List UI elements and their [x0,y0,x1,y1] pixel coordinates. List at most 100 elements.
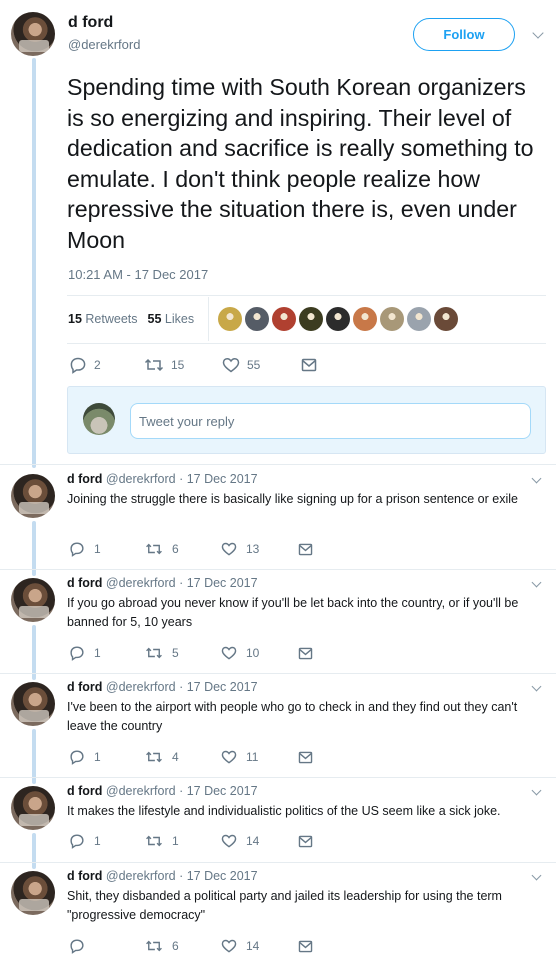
reply-date[interactable]: · 17 Dec 2017 [179,784,258,798]
liker-avatar[interactable] [434,307,458,331]
reply-text: It makes the lifestyle and individualist… [67,804,501,818]
reply-avatar[interactable] [11,786,55,830]
tweet-actions: 2 15 55 [69,356,317,374]
liker-avatar[interactable] [218,307,242,331]
reply-actions: 1 6 13 [69,541,313,557]
author-avatar[interactable] [11,12,55,56]
retweet-button[interactable]: 6 [145,542,221,556]
dm-button[interactable] [301,358,317,372]
liker-avatar[interactable] [407,307,431,331]
liker-avatar[interactable] [272,307,296,331]
viewer-avatar [83,403,115,435]
reply-header: d ford @derekrford · 17 Dec 2017 [67,472,258,486]
liker-avatar[interactable] [353,307,377,331]
liker-avatar[interactable] [326,307,350,331]
reply-date[interactable]: · 17 Dec 2017 [179,472,258,486]
reply-icon [70,542,84,557]
reply-button[interactable]: 2 [69,356,144,374]
chevron-down-icon[interactable] [531,870,542,881]
envelope-icon [298,835,313,847]
retweet-button[interactable]: 5 [145,646,221,660]
dm-button[interactable] [298,835,313,848]
reply-handle[interactable]: @derekrford [106,869,176,883]
like-count: 14 [246,939,260,953]
divider [0,777,556,778]
heart-icon [221,939,237,953]
thread-connector [32,521,36,576]
reply-handle[interactable]: @derekrford [106,576,176,590]
reply-avatar[interactable] [11,474,55,518]
like-button[interactable]: 13 [221,542,298,556]
like-button[interactable]: 14 [221,939,298,953]
retweet-icon [146,647,162,659]
reply-handle[interactable]: @derekrford [106,784,176,798]
like-button[interactable]: 10 [221,646,298,660]
like-count: 11 [246,750,259,764]
reply-author-name[interactable]: d ford [67,576,102,590]
reply-input[interactable]: Tweet your reply [130,403,531,439]
reply-header: d ford @derekrford · 17 Dec 2017 [67,869,258,883]
chevron-down-icon[interactable] [531,785,542,796]
reply-button[interactable]: 1 [69,645,145,661]
author-name[interactable]: d ford [68,14,113,32]
like-button[interactable]: 11 [221,750,298,764]
thread-connector [32,729,36,784]
retweet-button[interactable]: 15 [144,357,222,373]
heart-icon [221,646,237,660]
reply-author-name[interactable]: d ford [67,472,102,486]
chevron-down-icon[interactable] [531,473,542,484]
retweet-button[interactable]: 6 [145,939,221,953]
reply-author-name[interactable]: d ford [67,680,102,694]
reply-author-name[interactable]: d ford [67,869,102,883]
heart-icon [221,750,237,764]
retweets-stat[interactable]: 15 Retweets [68,312,138,326]
divider [0,673,556,674]
reply-icon [70,834,84,849]
reply-button[interactable] [69,938,145,954]
reply-avatar[interactable] [11,578,55,622]
likes-stat[interactable]: 55 Likes [148,312,195,326]
follow-button[interactable]: Follow [413,18,515,51]
retweet-icon [146,835,162,847]
heart-icon [221,834,237,848]
retweet-count: 6 [172,542,179,556]
heart-icon [222,357,240,373]
chevron-down-icon[interactable] [531,577,542,588]
envelope-icon [298,940,313,952]
divider [67,295,546,296]
reply-actions: 1 4 11 [69,749,313,765]
tweet-timestamp[interactable]: 10:21 AM - 17 Dec 2017 [68,267,208,282]
reply-handle[interactable]: @derekrford [106,472,176,486]
tweet-stats: 15 Retweets 55 Likes [68,312,194,326]
reply-text: I've been to the airport with people who… [67,700,518,733]
dm-button[interactable] [298,543,313,556]
reply-date[interactable]: · 17 Dec 2017 [179,576,258,590]
liker-avatar[interactable] [245,307,269,331]
like-button[interactable]: 55 [222,357,301,373]
reply-text: Shit, they disbanded a political party a… [67,889,502,922]
dm-button[interactable] [298,940,313,953]
reply-button[interactable]: 1 [69,541,145,557]
reply-date[interactable]: · 17 Dec 2017 [179,869,258,883]
reply-button[interactable]: 1 [69,833,145,849]
reply-avatar[interactable] [11,871,55,915]
dm-button[interactable] [298,751,313,764]
dm-button[interactable] [298,647,313,660]
chevron-down-icon[interactable] [532,27,544,39]
reply-composer: Tweet your reply [67,386,546,454]
reply-avatar[interactable] [11,682,55,726]
reply-header: d ford @derekrford · 17 Dec 2017 [67,576,258,590]
retweet-button[interactable]: 4 [145,750,221,764]
liker-avatar[interactable] [380,307,404,331]
author-handle[interactable]: @derekrford [68,37,140,52]
reply-icon [70,750,84,765]
reply-handle[interactable]: @derekrford [106,680,176,694]
heart-icon [221,542,237,556]
reply-button[interactable]: 1 [69,749,145,765]
retweet-button[interactable]: 1 [145,834,221,848]
reply-author-name[interactable]: d ford [67,784,102,798]
chevron-down-icon[interactable] [531,681,542,692]
liker-avatar[interactable] [299,307,323,331]
reply-date[interactable]: · 17 Dec 2017 [179,680,258,694]
like-button[interactable]: 14 [221,834,298,848]
